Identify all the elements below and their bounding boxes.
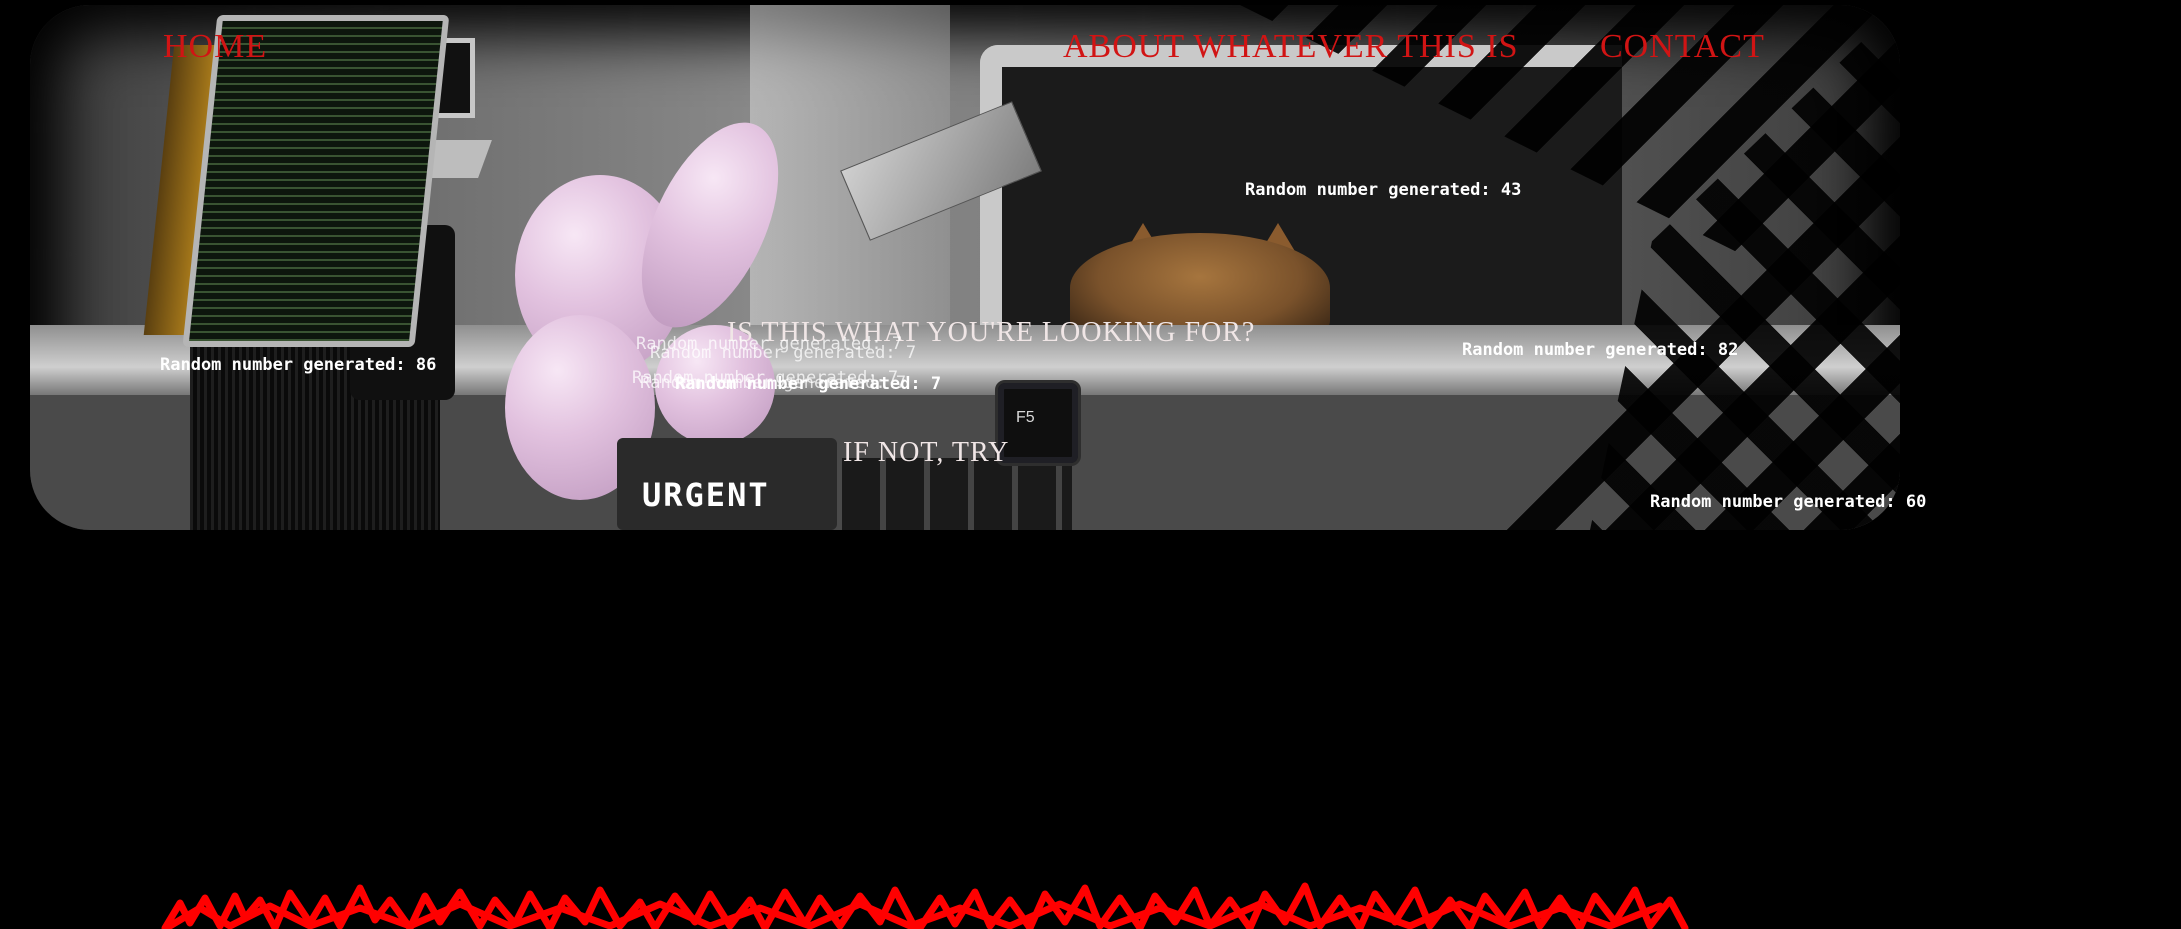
- random-number-label: Random number generated: 7: [650, 343, 917, 363]
- red-scribble-decoration: [161, 882, 1689, 929]
- urgent-label: URGENT: [642, 476, 770, 514]
- nav-about-link[interactable]: ABOUT WHATEVER THIS IS: [1063, 28, 1519, 66]
- try-heading: IF NOT, TRY: [843, 437, 1010, 468]
- random-number-label: Random number generated: 43: [1245, 180, 1522, 200]
- nav-home-link[interactable]: HOME: [163, 28, 267, 66]
- random-number-label: Random number generated: 60: [1650, 492, 1927, 512]
- random-number-label: Random number generated: 7: [675, 374, 942, 394]
- f5-key-label: F5: [1016, 409, 1035, 426]
- random-number-label: Random number generated: 82: [1462, 340, 1739, 360]
- nav-contact-link[interactable]: CONTACT: [1600, 28, 1765, 66]
- random-number-label: Random number generated: 86: [160, 355, 437, 375]
